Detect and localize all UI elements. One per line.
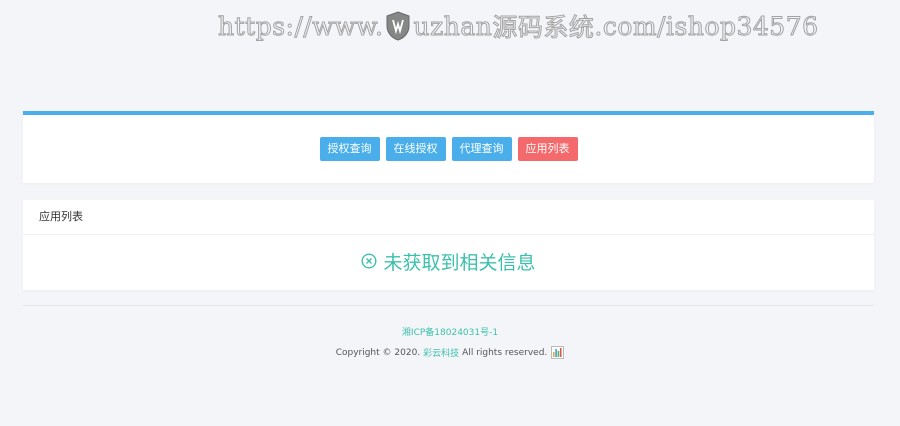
watermark: https://www. uzhan 源码系统 .com/ishop34576 [217, 6, 819, 46]
circle-x-icon [361, 253, 377, 269]
online-license-button[interactable]: 在线授权 [385, 137, 446, 161]
watermark-prefix: https://www. [217, 11, 384, 41]
copyright-rights: All rights reserved. [462, 347, 548, 358]
watermark-suffix: .com/ishop34576 [594, 11, 819, 41]
copyright: Copyright © 2020. 彩云科技 All rights reserv… [0, 346, 900, 359]
watermark-cn: 源码系统 [492, 13, 595, 43]
app-list-title: 应用列表 [23, 200, 874, 235]
nav-card: 授权查询 在线授权 代理查询 应用列表 [23, 111, 874, 183]
agent-query-button[interactable]: 代理查询 [451, 137, 512, 161]
icp-link[interactable]: 湘ICP备18024031号-1 [0, 325, 900, 338]
copyright-prefix: Copyright © 2020. [335, 347, 421, 358]
empty-state: 未获取到相关信息 [23, 235, 874, 287]
empty-message: 未获取到相关信息 [383, 251, 536, 274]
app-list-button[interactable]: 应用列表 [517, 137, 578, 161]
app-list-card: 应用列表 未获取到相关信息 [23, 200, 874, 290]
nav-button-group: 授权查询 在线授权 代理查询 应用列表 [23, 137, 874, 161]
footer-divider [23, 305, 874, 306]
bar-chart-icon[interactable] [551, 346, 565, 359]
license-query-button[interactable]: 授权查询 [319, 137, 380, 161]
company-link[interactable]: 彩云科技 [423, 346, 459, 359]
shield-logo-icon [386, 11, 410, 41]
watermark-middle: uzhan [413, 11, 493, 41]
